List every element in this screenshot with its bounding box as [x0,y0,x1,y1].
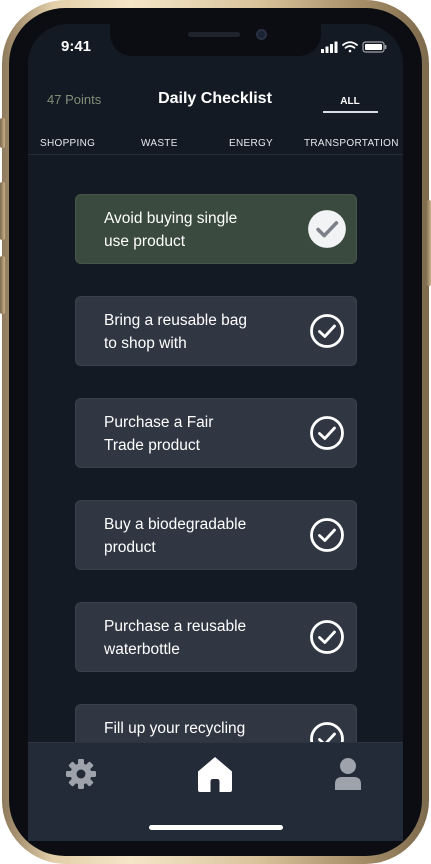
phone-button [0,182,5,240]
checkmark-circle-icon[interactable] [309,415,345,451]
category-tab-transportation[interactable]: TRANSPORTATION [304,138,399,149]
checkmark-filled-icon[interactable] [307,209,347,249]
phone-button [0,118,5,148]
task-card[interactable]: Buy a biodegradable product [75,500,357,570]
task-card[interactable]: Purchase a reusable waterbottle [75,602,357,672]
status-time: 9:41 [61,38,92,55]
category-tab-energy[interactable]: ENERGY [229,138,273,149]
phone-button [0,256,5,314]
task-label-line: Bring a reusable bag [104,312,248,329]
home-icon[interactable] [195,754,235,794]
task-label-line: waterbottle [104,641,180,658]
task-label-line: Avoid buying single [104,210,238,227]
speaker [188,32,240,37]
checkmark-circle-icon[interactable] [309,619,345,655]
task-card[interactable]: Bring a reusable bag to shop with [75,296,357,366]
task-label: Avoid buying single use product [104,207,274,253]
filter-all-tab[interactable]: ALL [323,96,377,107]
checkmark-circle-icon[interactable] [309,721,345,742]
task-label-line: Fill up your recycling [104,720,246,737]
task-label-line: Buy a biodegradable [104,516,247,533]
task-card[interactable]: Fill up your recycling [75,704,357,742]
wifi-icon [342,41,358,53]
task-label-line: to shop with [104,335,187,352]
task-label: Bring a reusable bag to shop with [104,309,274,355]
checkmark-circle-icon[interactable] [309,517,345,553]
task-label-line: Trade product [104,437,200,454]
points-counter: 47 Points [47,92,102,107]
task-label: Fill up your recycling [104,717,274,740]
status-icons [321,41,387,53]
phone-button [426,200,431,286]
category-tabs: SHOPPING WASTE ENERGY TRANSPORTATION [28,131,403,155]
category-tab-waste[interactable]: WASTE [141,138,178,149]
front-camera [256,29,267,40]
task-label-line: product [104,539,156,556]
checkmark-circle-icon[interactable] [309,313,345,349]
battery-icon [362,41,387,53]
task-label: Buy a biodegradable product [104,513,274,559]
category-tab-shopping[interactable]: SHOPPING [40,138,95,149]
user-icon[interactable] [333,757,363,791]
filter-all-underline [323,111,378,113]
task-label-line: use product [104,233,185,250]
task-card[interactable]: Avoid buying single use product [75,194,357,264]
page-title: Daily Checklist [158,90,272,107]
task-label: Purchase a Fair Trade product [104,411,274,457]
checklist: Avoid buying single use product Bring a … [28,156,403,742]
task-card[interactable]: Purchase a Fair Trade product [75,398,357,468]
home-indicator[interactable] [149,825,283,830]
notch [110,24,321,56]
task-label-line: Purchase a reusable [104,618,247,635]
gear-icon[interactable] [64,757,98,791]
task-label-line: Purchase a Fair [104,414,214,431]
cellular-signal-icon [321,41,338,53]
task-label: Purchase a reusable waterbottle [104,615,274,661]
